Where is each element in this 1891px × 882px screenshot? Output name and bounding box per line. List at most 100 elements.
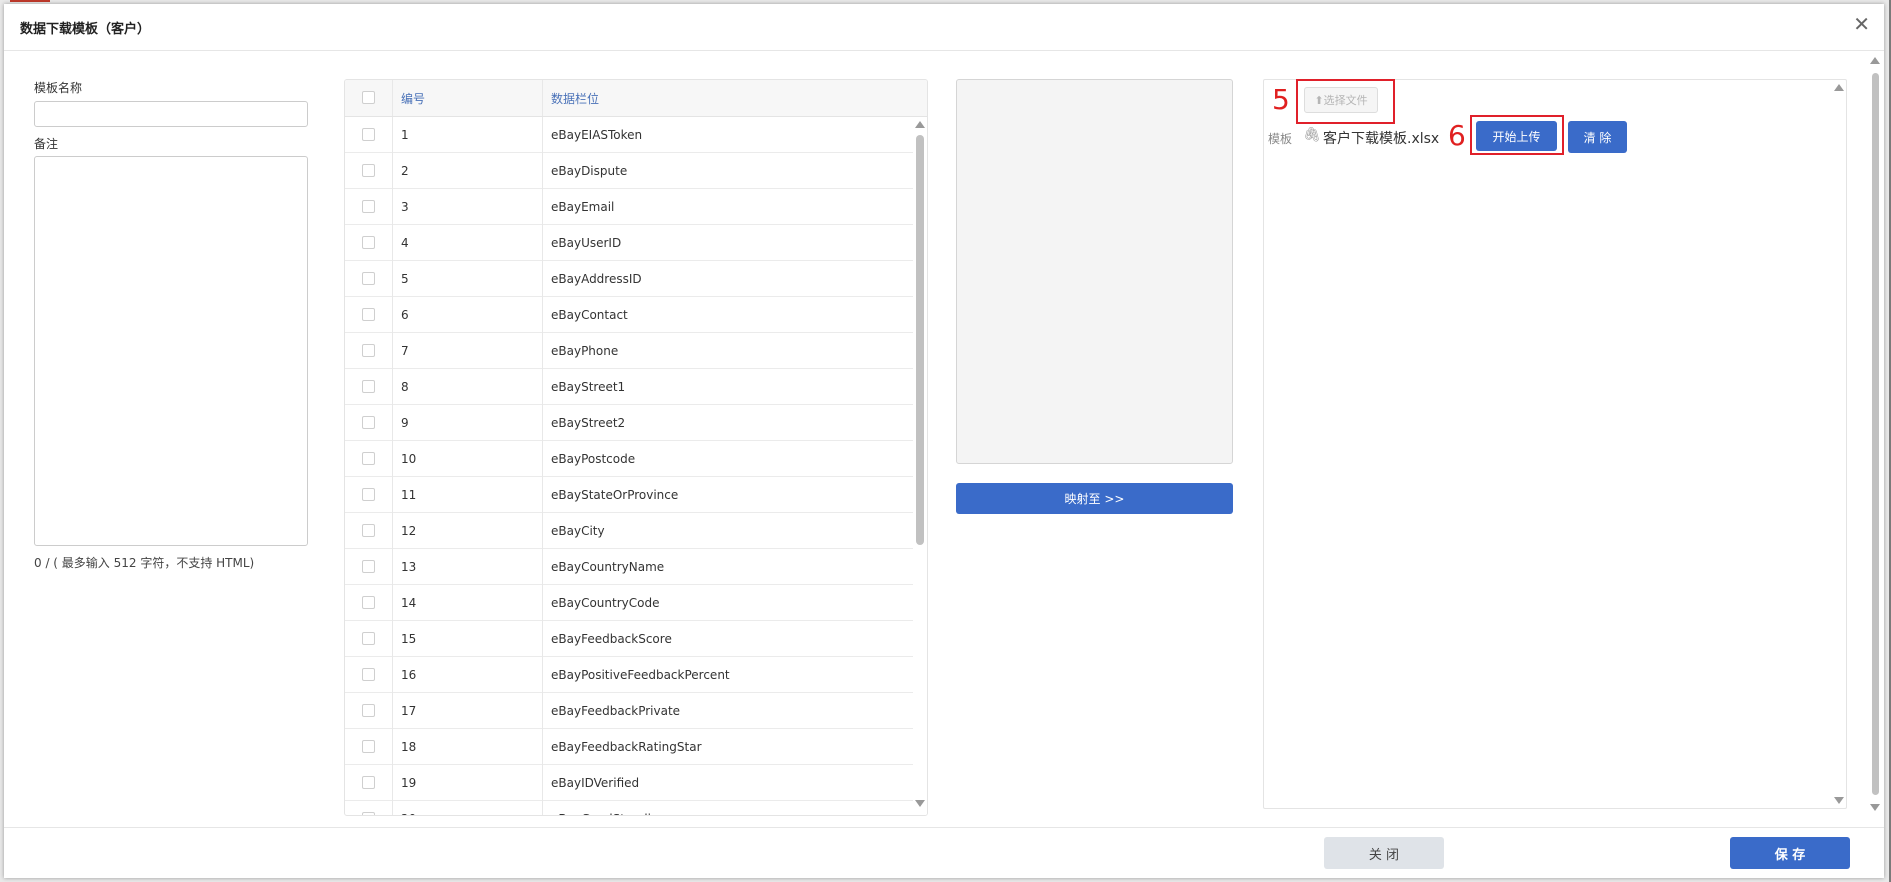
upload-panel (1263, 79, 1847, 809)
scrollbar-thumb[interactable] (1872, 73, 1879, 795)
column-header-number[interactable]: 编号 (401, 90, 425, 107)
row-number: 19 (401, 776, 417, 790)
table-row[interactable]: 6 eBayContact (345, 297, 913, 333)
row-field-name: eBayIDVerified (551, 776, 640, 790)
row-checkbox[interactable] (362, 740, 375, 753)
row-field-name: eBayStreet1 (551, 380, 626, 394)
dialog-scrollbar[interactable] (1870, 51, 1880, 813)
table-row[interactable]: 3 eBayEmail (345, 189, 913, 225)
row-number: 1 (401, 128, 409, 142)
close-button[interactable]: 关 闭 (1324, 837, 1444, 869)
start-upload-button[interactable]: 开始上传 (1476, 121, 1557, 151)
table-row[interactable]: 19 eBayIDVerified (345, 765, 913, 801)
row-number: 2 (401, 164, 409, 178)
table-row[interactable]: 9 eBayStreet2 (345, 405, 913, 441)
table-row[interactable]: 8 eBayStreet1 (345, 369, 913, 405)
highlight-choose-file: ⬆选择文件 (1296, 79, 1395, 124)
table-row[interactable]: 15 eBayFeedbackScore (345, 621, 913, 657)
template-name-label: 模板名称 (34, 81, 83, 95)
choose-file-label: 选择文件 (1323, 94, 1368, 107)
row-field-name: eBayUserID (551, 236, 622, 250)
dialog-footer: 关 闭 保 存 (4, 827, 1884, 878)
scroll-down-icon[interactable] (1834, 797, 1844, 804)
scroll-up-icon[interactable] (1870, 57, 1880, 64)
row-checkbox[interactable] (362, 452, 375, 465)
row-checkbox[interactable] (362, 272, 375, 285)
paperclip-icon: 🖇 (1303, 127, 1321, 143)
field-table: 编号 数据栏位 1 eBayEIASToken 2 eBayDispute 3 eBayE… (344, 79, 928, 816)
row-checkbox[interactable] (362, 704, 375, 717)
row-number: 4 (401, 236, 409, 250)
remark-textarea[interactable] (34, 156, 308, 546)
row-field-name: eBayAddressID (551, 272, 642, 286)
row-number: 12 (401, 524, 417, 538)
row-checkbox[interactable] (362, 416, 375, 429)
dialog-title: 数据下载模板（客户） (20, 22, 151, 37)
table-row[interactable]: 13 eBayCountryName (345, 549, 913, 585)
row-number: 15 (401, 632, 417, 646)
column-header-field[interactable]: 数据栏位 (551, 90, 599, 107)
row-number: 9 (401, 416, 409, 430)
scroll-up-icon[interactable] (915, 121, 925, 128)
row-field-name: eBayEmail (551, 200, 615, 214)
select-all-checkbox[interactable] (362, 91, 375, 104)
table-body: 1 eBayEIASToken 2 eBayDispute 3 eBayEmail 4 eBa… (345, 117, 913, 815)
row-checkbox[interactable] (362, 812, 375, 815)
row-checkbox[interactable] (362, 524, 375, 537)
close-icon[interactable]: ✕ (1853, 14, 1870, 34)
row-field-name: eBayStreet2 (551, 416, 626, 430)
table-row[interactable]: 14 eBayCountryCode (345, 585, 913, 621)
scrollbar-thumb[interactable] (916, 135, 924, 545)
row-checkbox[interactable] (362, 200, 375, 213)
table-row[interactable]: 7 eBayPhone (345, 333, 913, 369)
remark-label: 备注 (34, 137, 59, 151)
row-field-name: eBayFeedbackScore (551, 632, 672, 646)
table-row[interactable]: 17 eBayFeedbackPrivate (345, 693, 913, 729)
row-field-name: eBayEIASToken (551, 128, 643, 142)
row-checkbox[interactable] (362, 308, 375, 321)
table-row[interactable]: 10 eBayPostcode (345, 441, 913, 477)
row-checkbox[interactable] (362, 560, 375, 573)
row-number: 5 (401, 272, 409, 286)
scroll-up-icon[interactable] (1834, 84, 1844, 91)
upload-panel-scrollbar[interactable] (1832, 80, 1846, 808)
scroll-down-icon[interactable] (915, 800, 925, 807)
table-row[interactable]: 5 eBayAddressID (345, 261, 913, 297)
table-row[interactable]: 20 eBayGoodStanding (345, 801, 913, 815)
table-row[interactable]: 12 eBayCity (345, 513, 913, 549)
row-checkbox[interactable] (362, 236, 375, 249)
table-row[interactable]: 4 eBayUserID (345, 225, 913, 261)
row-checkbox[interactable] (362, 488, 375, 501)
row-checkbox[interactable] (362, 164, 375, 177)
row-checkbox[interactable] (362, 380, 375, 393)
row-field-name: eBayDispute (551, 164, 628, 178)
file-label: 模板 (1268, 132, 1293, 146)
row-checkbox[interactable] (362, 668, 375, 681)
clear-button[interactable]: 清 除 (1568, 121, 1627, 153)
table-header: 编号 数据栏位 (345, 80, 927, 117)
row-checkbox[interactable] (362, 128, 375, 141)
row-number: 10 (401, 452, 417, 466)
save-button[interactable]: 保 存 (1730, 837, 1850, 869)
scroll-down-icon[interactable] (1870, 804, 1880, 811)
table-row[interactable]: 16 eBayPositiveFeedbackPercent (345, 657, 913, 693)
map-to-button[interactable]: 映射至 >> (956, 483, 1233, 514)
table-row[interactable]: 1 eBayEIASToken (345, 117, 913, 153)
table-scrollbar[interactable] (913, 117, 927, 815)
file-name[interactable]: 客户下载模板.xlsx (1323, 128, 1439, 148)
row-number: 20 (401, 812, 416, 815)
column-divider (542, 117, 543, 815)
choose-file-button[interactable]: ⬆选择文件 (1304, 87, 1378, 113)
row-checkbox[interactable] (362, 596, 375, 609)
template-name-input[interactable] (34, 101, 308, 127)
table-row[interactable]: 11 eBayStateOrProvince (345, 477, 913, 513)
row-field-name: eBayFeedbackPrivate (551, 704, 681, 718)
row-checkbox[interactable] (362, 776, 375, 789)
dialog-body: 模板名称 备注 0 / ( 最多输入 512 字符，不支持 HTML) 编号 数… (4, 51, 1884, 829)
row-field-name: eBayCountryCode (551, 596, 660, 610)
row-checkbox[interactable] (362, 344, 375, 357)
mapping-textarea[interactable] (956, 79, 1233, 464)
row-checkbox[interactable] (362, 632, 375, 645)
table-row[interactable]: 2 eBayDispute (345, 153, 913, 189)
table-row[interactable]: 18 eBayFeedbackRatingStar (345, 729, 913, 765)
